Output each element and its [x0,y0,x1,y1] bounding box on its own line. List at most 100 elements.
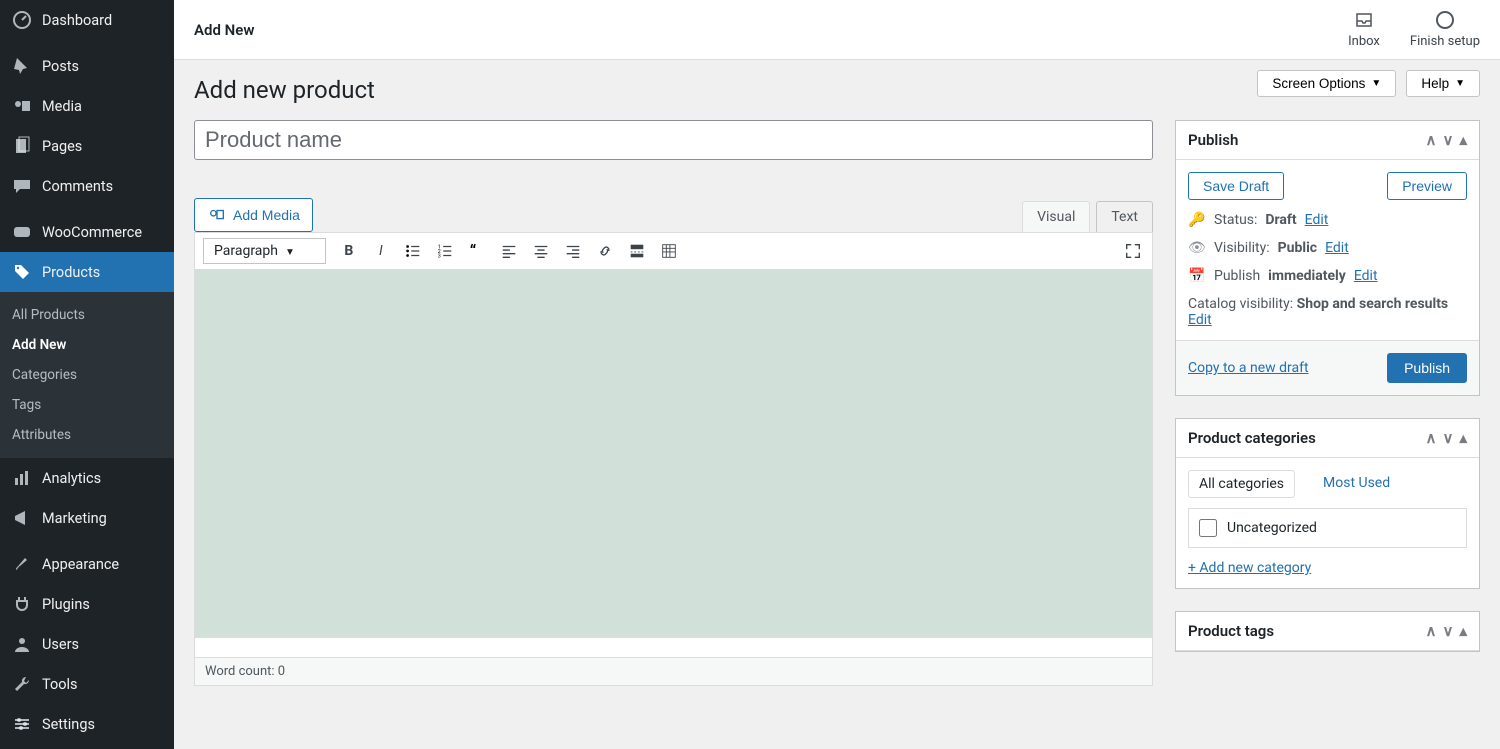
move-down-icon[interactable]: ∨ [1442,429,1453,447]
publish-button[interactable]: Publish [1387,353,1467,383]
category-list: Uncategorized [1188,508,1467,548]
sidebar-item-plugins[interactable]: Plugins [0,584,174,624]
sidebar-item-media[interactable]: Media [0,86,174,126]
bullet-list-button[interactable] [402,240,424,262]
editor-content[interactable] [195,270,1152,637]
edit-status-link[interactable]: Edit [1305,212,1329,228]
blockquote-button[interactable]: “ [466,240,488,262]
save-draft-button[interactable]: Save Draft [1188,172,1284,200]
sidebar-item-comments[interactable]: Comments [0,166,174,206]
italic-button[interactable]: I [370,240,392,262]
status-label: Status: [1214,212,1257,228]
fullscreen-button[interactable] [1122,240,1144,262]
sidebar-item-label: Media [42,98,82,115]
align-right-button[interactable] [562,240,584,262]
sidebar-item-settings[interactable]: Settings [0,704,174,744]
submenu-categories[interactable]: Categories [0,360,174,390]
top-bar: Add New Inbox Finish setup [174,0,1500,60]
readmore-button[interactable] [626,240,648,262]
chevron-down-icon: ▼ [1371,78,1381,89]
move-down-icon[interactable]: ∨ [1442,131,1453,149]
category-checkbox[interactable] [1199,519,1217,537]
publish-box-title: Publish [1188,131,1238,149]
analytics-icon [12,468,32,488]
circle-icon [1435,10,1455,30]
edit-catalog-link[interactable]: Edit [1188,312,1212,328]
cat-tab-most-used[interactable]: Most Used [1313,470,1400,498]
collapse-icon[interactable]: ▴ [1459,622,1467,640]
link-button[interactable] [594,240,616,262]
sidebar-item-posts[interactable]: Posts [0,46,174,86]
tags-box-title: Product tags [1188,622,1274,640]
screen-options-button[interactable]: Screen Options ▼ [1257,70,1396,97]
main-area: Add New Inbox Finish setup Screen Option… [174,0,1500,749]
editor-tab-text[interactable]: Text [1096,201,1153,232]
word-count-label: Word count: [205,664,275,679]
edit-visibility-link[interactable]: Edit [1325,240,1349,256]
comments-icon [12,176,32,196]
submenu-all-products[interactable]: All Products [0,300,174,330]
editor-toolbar: Paragraph ▼ B I 123 “ [195,233,1152,270]
bold-button[interactable]: B [338,240,360,262]
media-icon [207,205,227,225]
sidebar-item-label: WooCommerce [42,224,142,241]
format-selector[interactable]: Paragraph ▼ [203,238,326,264]
sidebar-item-pages[interactable]: Pages [0,126,174,166]
key-icon: 🔑 [1188,212,1206,228]
sidebar-item-tools[interactable]: Tools [0,664,174,704]
help-button[interactable]: Help ▼ [1406,70,1480,97]
align-center-button[interactable] [530,240,552,262]
edit-publish-link[interactable]: Edit [1354,268,1378,284]
sidebar-item-products[interactable]: Products [0,252,174,292]
editor-footer-blank [195,637,1152,657]
plug-icon [12,594,32,614]
submenu-tags[interactable]: Tags [0,390,174,420]
woocommerce-icon [12,222,32,242]
sidebar-item-label: Tools [42,676,78,693]
editor-tab-visual[interactable]: Visual [1022,201,1090,232]
svg-text:“: “ [470,242,477,260]
align-left-button[interactable] [498,240,520,262]
copy-draft-link[interactable]: Copy to a new draft [1188,360,1309,376]
sidebar-item-users[interactable]: Users [0,624,174,664]
move-up-icon[interactable]: ∧ [1426,131,1437,149]
inbox-button[interactable]: Inbox [1348,10,1380,49]
toolbar-toggle-button[interactable] [658,240,680,262]
preview-button[interactable]: Preview [1387,172,1467,200]
calendar-icon: 📅 [1188,268,1206,284]
collapse-icon[interactable]: ▴ [1459,131,1467,149]
sidebar-item-woocommerce[interactable]: WooCommerce [0,212,174,252]
sidebar-item-appearance[interactable]: Appearance [0,544,174,584]
move-down-icon[interactable]: ∨ [1442,622,1453,640]
inbox-icon [1354,10,1374,30]
numbered-list-button[interactable]: 123 [434,240,456,262]
sliders-icon [12,714,32,734]
add-new-category-link[interactable]: + Add new category [1188,560,1311,576]
page-body: Screen Options ▼ Help ▼ Add new product … [174,60,1500,706]
product-name-input[interactable] [194,120,1153,160]
submenu-add-new[interactable]: Add New [0,330,174,360]
chevron-down-icon: ▼ [285,247,295,258]
sidebar-item-analytics[interactable]: Analytics [0,458,174,498]
cat-tab-all[interactable]: All categories [1188,470,1295,498]
move-up-icon[interactable]: ∧ [1426,429,1437,447]
wrench-icon [12,674,32,694]
inbox-label: Inbox [1348,34,1380,49]
catalog-value: Shop and search results [1297,296,1449,312]
finish-setup-button[interactable]: Finish setup [1410,10,1480,49]
category-item[interactable]: Uncategorized [1199,519,1456,537]
editor-status-bar: Word count: 0 [195,657,1152,685]
add-media-label: Add Media [233,207,300,223]
products-icon [12,262,32,282]
category-label: Uncategorized [1227,520,1317,536]
pin-icon [12,56,32,76]
sidebar-item-marketing[interactable]: Marketing [0,498,174,538]
sidebar-item-dashboard[interactable]: Dashboard [0,0,174,40]
submenu-attributes[interactable]: Attributes [0,420,174,450]
publish-value: immediately [1268,268,1346,284]
add-media-button[interactable]: Add Media [194,198,313,232]
collapse-icon[interactable]: ▴ [1459,429,1467,447]
categories-box: Product categories ∧ ∨ ▴ All categories … [1175,418,1480,589]
sidebar-item-label: Products [42,264,100,281]
move-up-icon[interactable]: ∧ [1426,622,1437,640]
